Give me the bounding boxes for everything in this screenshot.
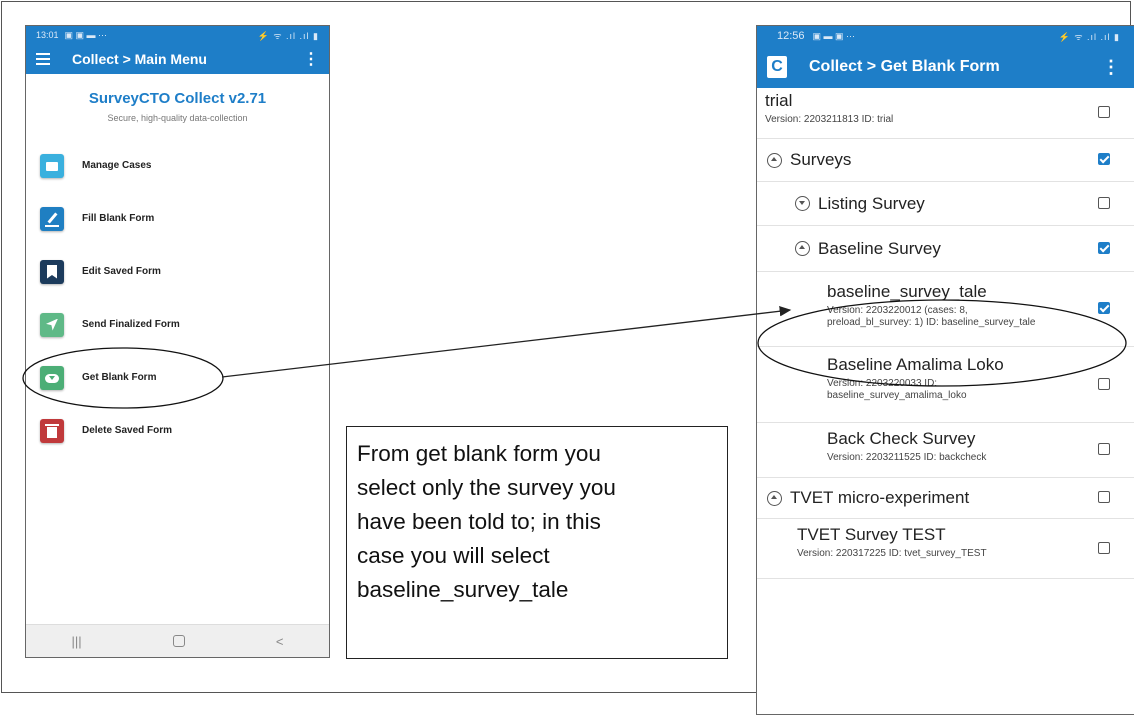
- highlight-ellipse-baseline-survey-tale: [757, 299, 1127, 387]
- annotation-overlay: [22, 299, 1127, 409]
- highlight-ellipse-get-blank-form: [22, 347, 224, 409]
- connector-arrow: [221, 306, 792, 378]
